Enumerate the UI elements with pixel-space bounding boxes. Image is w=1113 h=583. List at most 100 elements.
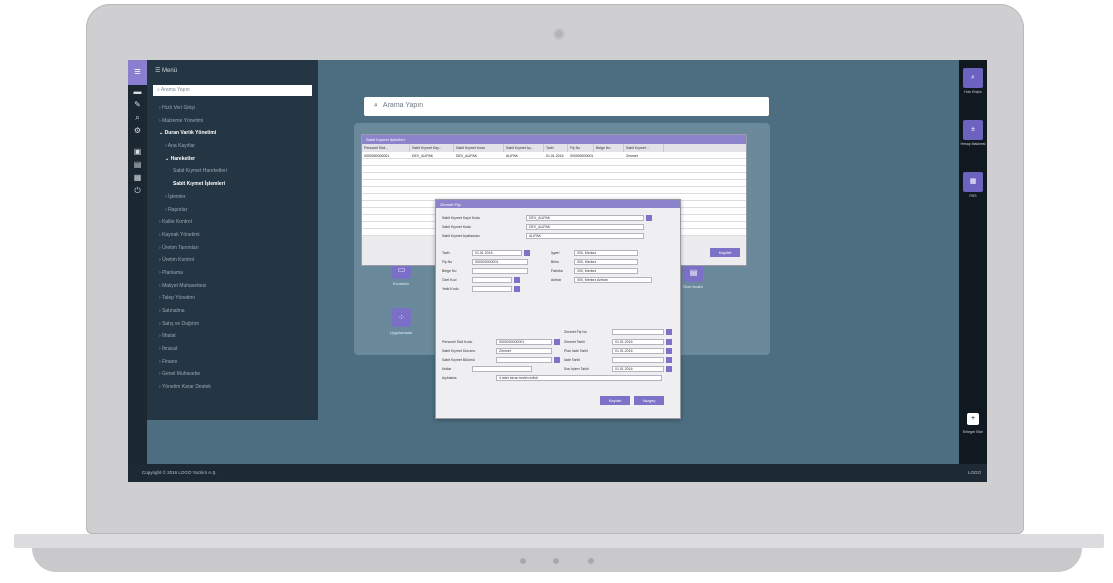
calendar-button[interactable]	[666, 339, 672, 345]
field-label: Plan İade Tarihi	[564, 349, 589, 353]
search-icon[interactable]: ⌕	[128, 111, 147, 124]
grid-icon[interactable]: ▦	[128, 171, 147, 184]
column-header[interactable]: Fiş No	[568, 144, 594, 152]
lookup-button[interactable]	[646, 215, 652, 221]
table-cell	[362, 166, 410, 172]
menu-item[interactable]: › Satınalma	[147, 305, 318, 318]
asset-code-input[interactable]: DEV_ALİPAK	[526, 224, 644, 230]
menu-item[interactable]: › Malzeme Yönetimi	[147, 115, 318, 128]
menu-item[interactable]: Sabit Kıymet Hareketleri	[147, 165, 318, 178]
menu-item[interactable]: › Genel Muhasebe	[147, 368, 318, 381]
date-input[interactable]: 01.01.2016	[472, 250, 522, 256]
column-header[interactable]: Sabit Kıymet Aç...	[504, 144, 544, 152]
factory-select[interactable]: 000, Merkez	[574, 268, 638, 274]
table-header: Personel Sicil... Sabit Kıymet Kay... Sabi…	[362, 144, 746, 152]
notes-select[interactable]	[472, 366, 532, 372]
save-button[interactable]: Kaydet	[600, 396, 630, 405]
table-row[interactable]	[362, 159, 746, 166]
hamburger-icon[interactable]: ≡	[128, 60, 147, 85]
field-label: Zimmet Fiş No	[564, 330, 587, 334]
lookup-button[interactable]	[554, 357, 560, 363]
menu-item[interactable]: › İhracat	[147, 343, 318, 356]
menu-item[interactable]: › Üretim Kontrol	[147, 254, 318, 267]
calendar-button[interactable]	[666, 348, 672, 354]
laptop-base	[14, 534, 1104, 548]
menu-item[interactable]: › İşlemler	[147, 191, 318, 204]
menu-item[interactable]: › Talep Yönetimi	[147, 292, 318, 305]
quick-access-icon[interactable]: ⌕	[963, 68, 983, 88]
asset-status-select[interactable]: Zimmet	[496, 348, 552, 354]
camera	[553, 28, 565, 40]
power-icon[interactable]: ⏻	[128, 184, 147, 197]
lookup-button[interactable]	[514, 277, 520, 283]
app-screen: ≡ ▬ ✎ ⌕ ⚙ ▣ ▤ ▦ ⏻ ☰ Menü ⌕ Arama Yapın ›…	[128, 60, 987, 482]
menu-item[interactable]: › Ana Kayıtlar	[147, 140, 318, 153]
last-op-input[interactable]: 01.01.2016	[612, 366, 664, 372]
report-icon[interactable]: ▤	[128, 158, 147, 171]
folder-icon[interactable]: ▬	[128, 85, 147, 98]
menu-item[interactable]: ⌄ Duran Varlık Yönetimi	[147, 127, 318, 140]
calendar-button[interactable]	[524, 250, 530, 256]
menu-item[interactable]: › Üretim Tanımları	[147, 242, 318, 255]
asset-desc-input[interactable]: ALİPAK	[526, 233, 644, 239]
table-row[interactable]	[362, 166, 746, 173]
zimmet-slip-input[interactable]	[612, 329, 664, 335]
doc-no-input[interactable]	[472, 268, 528, 274]
cancel-button[interactable]: Vazgeç	[634, 396, 664, 405]
warehouse-select[interactable]: 000, Merkez Ambarı	[574, 277, 652, 283]
table-cell	[410, 159, 454, 165]
save-button[interactable]: Kaydet	[710, 248, 740, 257]
auth-code-input[interactable]	[472, 286, 512, 292]
menu-search-input[interactable]: ⌕ Arama Yapın	[153, 85, 312, 96]
table-row[interactable]	[362, 173, 746, 180]
menu-item[interactable]: ⌄ Hareketler	[147, 153, 318, 166]
zimmet-date-input[interactable]: 01.01.2016	[612, 339, 664, 345]
table-row[interactable]: 0000000000001 DEV_ALİPAK DEV_ALİPAK ALİPAK 0…	[362, 152, 746, 159]
menu-item[interactable]: › Raporlar	[147, 204, 318, 217]
menu-item[interactable]: › Maliyet Muhasebesi	[147, 280, 318, 293]
lookup-button[interactable]	[666, 329, 672, 335]
asset-record-code-input[interactable]: DEV_ALİPAK	[526, 215, 644, 221]
menu-item[interactable]: › Satış ve Dağıtım	[147, 318, 318, 331]
column-header[interactable]: Sabit Kıymet ...	[624, 144, 664, 152]
calendar-button[interactable]	[666, 357, 672, 363]
menu-item[interactable]: › Hızlı Veri Girişi	[147, 102, 318, 115]
module-icon[interactable]: ▣	[128, 145, 147, 158]
lookup-button[interactable]	[514, 286, 520, 292]
settings-icon[interactable]: ⚙	[128, 124, 147, 137]
asset-location-input[interactable]	[496, 357, 552, 363]
main-search-input[interactable]: ⌕ Arama Yapın	[364, 97, 769, 116]
apps-tile-icon[interactable]: ⁘	[392, 308, 411, 327]
unit-select[interactable]: 000, Merkez	[574, 259, 638, 265]
lookup-button[interactable]	[554, 339, 560, 345]
slip-no-input[interactable]: 000000000001	[472, 259, 528, 265]
plan-return-input[interactable]: 01.01.2016	[612, 348, 664, 354]
menu-item[interactable]: › İthalat	[147, 330, 318, 343]
add-icon[interactable]: +	[967, 413, 979, 425]
column-header[interactable]: Tarih	[544, 144, 568, 152]
menu-item-label: Yönetim Karar Destek	[161, 384, 211, 391]
calculator-icon[interactable]: ±	[963, 120, 983, 140]
menu-item[interactable]: › Finans	[147, 356, 318, 369]
special-code-input[interactable]	[472, 277, 512, 283]
menu-item[interactable]: › Kalite Kontrol	[147, 216, 318, 229]
explanation-input[interactable]: 4 adet ekran teslim edildi	[496, 375, 662, 381]
personnel-input[interactable]: 0000000000001	[496, 339, 552, 345]
menu-item[interactable]: Sabit Kıymet İşlemleri	[147, 178, 318, 191]
column-header[interactable]: Personel Sicil...	[362, 144, 410, 152]
return-date-input[interactable]	[612, 357, 664, 363]
menu-item[interactable]: › Planlama	[147, 267, 318, 280]
workplace-select[interactable]: 000, Merkez	[574, 250, 638, 256]
table-cell: Zimmet	[626, 153, 638, 158]
calendar-button[interactable]	[666, 366, 672, 372]
menu-item[interactable]: › Kaynak Yönetimi	[147, 229, 318, 242]
table-cell	[624, 159, 664, 165]
column-header[interactable]: Belge No	[594, 144, 624, 152]
table-row[interactable]	[362, 187, 746, 194]
menu-item[interactable]: › Yönetim Karar Destek	[147, 381, 318, 394]
rss-icon[interactable]: ▦	[963, 172, 983, 192]
column-header[interactable]: Sabit Kıymet Kay...	[410, 144, 454, 152]
edit-icon[interactable]: ✎	[128, 98, 147, 111]
table-row[interactable]	[362, 180, 746, 187]
column-header[interactable]: Sabit Kıymet Kodu	[454, 144, 504, 152]
